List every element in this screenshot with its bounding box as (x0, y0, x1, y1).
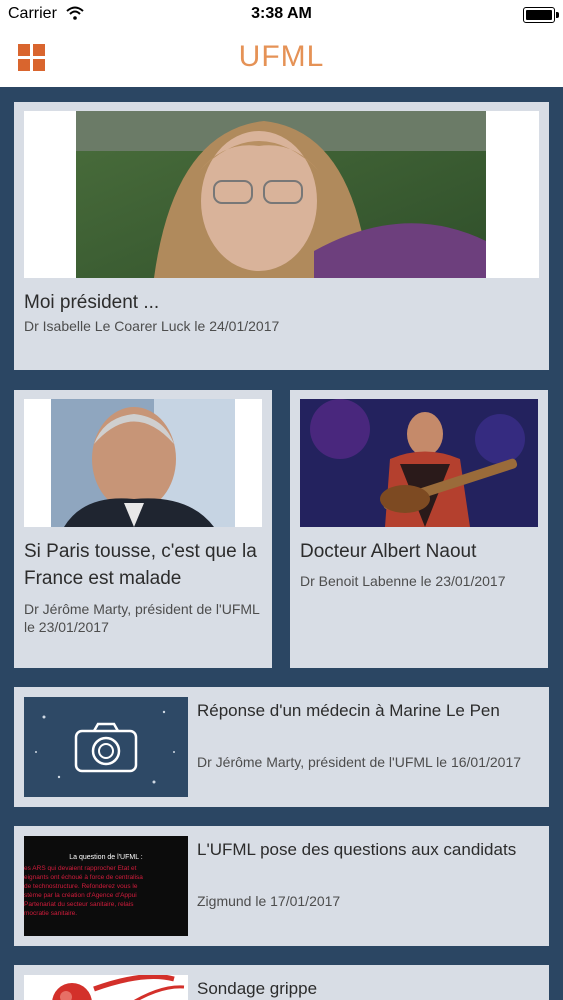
article-image (24, 111, 539, 278)
article-card[interactable]: Moi président ... Dr Isabelle Le Coarer … (14, 102, 549, 370)
article-card[interactable]: Si Paris tousse, c'est que la France est… (14, 390, 272, 668)
article-card[interactable]: La question de l'UFML : es ARS qui devai… (14, 826, 549, 946)
article-title: Sondage grippe (197, 979, 318, 998)
status-time: 3:38 AM (251, 5, 312, 22)
slide-heading: La question de l'UFML : (69, 854, 143, 861)
article-title: Docteur Albert Naout (300, 541, 477, 562)
article-title: Réponse d'un médecin à Marine Le Pen (197, 701, 500, 720)
article-card[interactable]: Réponse d'un médecin à Marine Le Pen Dr … (14, 687, 549, 807)
slide-line: eignants ont échoué à force de centralis… (24, 874, 143, 881)
app-title: UFML (238, 40, 325, 73)
article-meta: Dr Jérôme Marty, président de l'UFML le … (24, 601, 260, 635)
slide-line: mocratie sanitaire. (24, 910, 78, 917)
article-title: Moi président ... (24, 292, 160, 313)
status-bar: Carrier 3:38 AM (0, 0, 563, 30)
slide-line: de technostructure. Refonderez vous le (24, 883, 138, 890)
sondage-logo (24, 975, 188, 1000)
article-meta: Dr Benoit Labenne le 23/01/2017 (300, 573, 506, 589)
article-meta: Zigmund le 17/01/2017 (197, 893, 341, 909)
article-title: Si Paris tousse, c'est que la France est… (24, 541, 257, 589)
slide-line: stème par la création d'Agence d'Appui (24, 892, 137, 899)
camera-placeholder-icon (24, 697, 188, 797)
article-card[interactable]: Sondage grippe (14, 965, 549, 1000)
article-title: L'UFML pose des questions aux candidats (197, 840, 517, 859)
article-image (24, 399, 262, 527)
article-card[interactable]: Docteur Albert Naout Dr Benoit Labenne l… (290, 390, 548, 668)
text-slide-image: La question de l'UFML : es ARS qui devai… (24, 836, 188, 936)
article-image (300, 399, 538, 527)
slide-line: Partenariat du secteur sanitaire, relais (24, 901, 134, 908)
article-meta: Dr Isabelle Le Coarer Luck le 24/01/2017 (24, 318, 280, 334)
nav-bar: UFML (0, 30, 563, 87)
battery-icon (523, 7, 559, 23)
slide-line: es ARS qui devaient rapprocher Etat et (24, 865, 137, 872)
article-meta: Dr Jérôme Marty, président de l'UFML le … (197, 754, 522, 770)
